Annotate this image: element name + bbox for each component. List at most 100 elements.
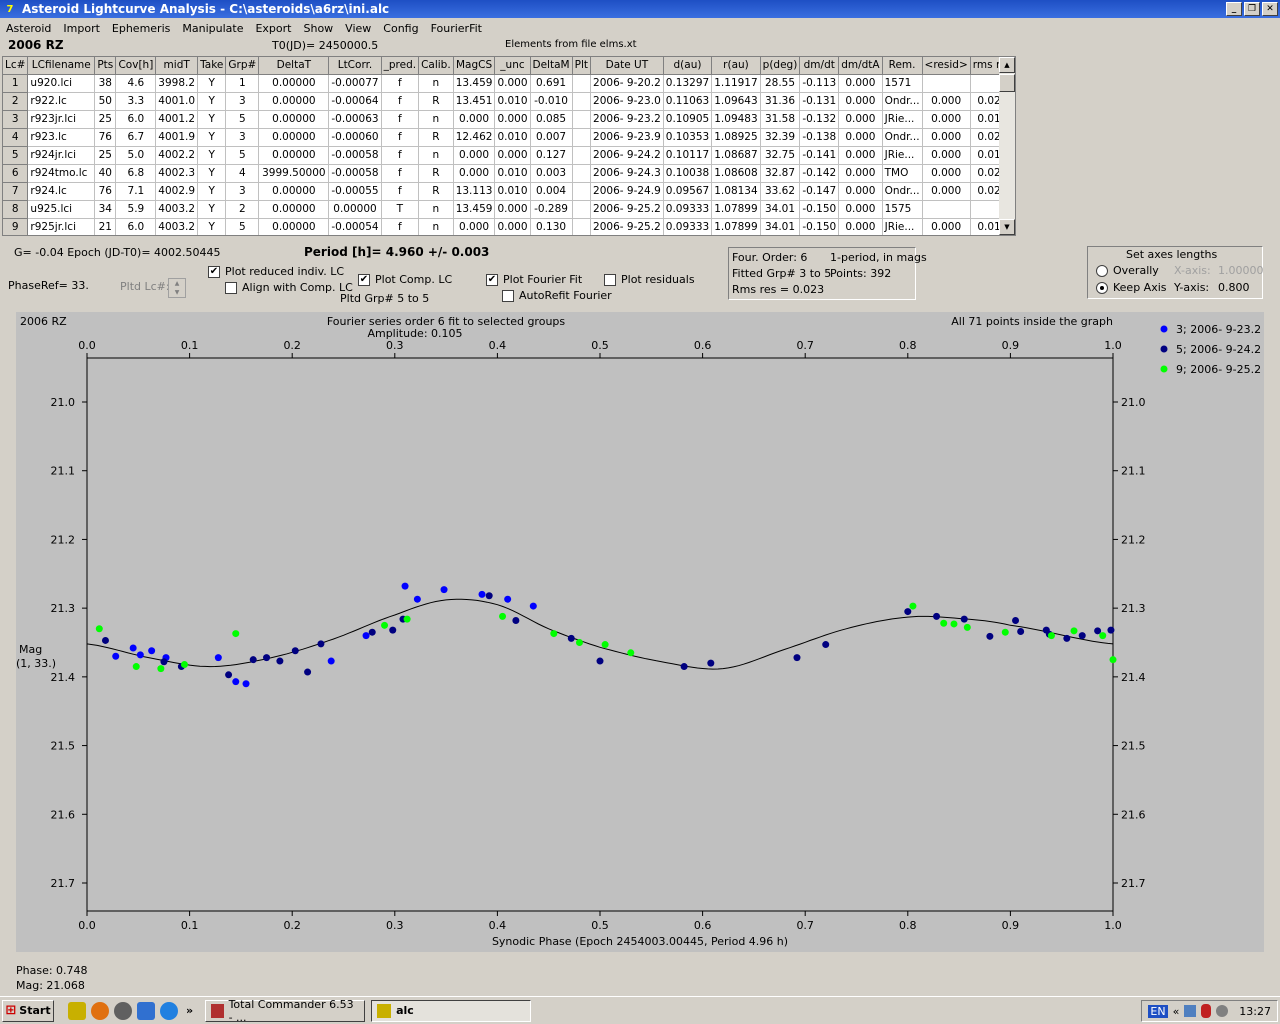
menu-asteroid[interactable]: Asteroid [0, 22, 57, 35]
y-axis-value[interactable]: 0.800 [1218, 281, 1250, 294]
table-cell[interactable]: 3.3 [115, 92, 157, 111]
table-cell[interactable]: R [418, 92, 454, 111]
table-cell[interactable]: 4002.9 [155, 182, 199, 201]
column-header[interactable]: DeltaT [258, 57, 330, 75]
language-indicator[interactable]: EN [1148, 1004, 1168, 1018]
table-cell[interactable]: -0.00060 [328, 128, 382, 147]
table-cell[interactable]: 0.000 [494, 110, 531, 129]
table-cell[interactable]: -0.00058 [328, 146, 382, 165]
table-cell[interactable]: 0.130 [530, 218, 573, 235]
table-cell[interactable]: Y [197, 164, 227, 183]
table-cell[interactable]: 13.459 [453, 200, 496, 219]
column-header[interactable]: Take [197, 57, 227, 75]
column-header[interactable]: _pred. [381, 57, 420, 75]
table-cell[interactable]: 0.000 [922, 164, 971, 183]
table-cell[interactable]: 2006- 9-25.2 [590, 218, 664, 235]
table-cell[interactable]: 0.10905 [663, 110, 713, 129]
table-cell[interactable]: 33.62 [760, 182, 801, 201]
table-cell[interactable]: 34.01 [760, 200, 801, 219]
table-cell[interactable]: 0.000 [922, 92, 971, 111]
column-header[interactable]: <resid> [922, 57, 971, 75]
table-cell[interactable]: n [418, 200, 454, 219]
table-cell[interactable]: 32.87 [760, 164, 801, 183]
table-cell[interactable]: 1.07899 [711, 218, 761, 235]
table-cell[interactable]: 3 [3, 110, 29, 129]
table-cell[interactable]: 12.462 [453, 128, 496, 147]
keep-axis-radio[interactable]: Keep Axis [1096, 281, 1167, 294]
table-cell[interactable]: 0.000 [494, 74, 531, 93]
table-cell[interactable]: Ondr... [882, 128, 923, 147]
table-row[interactable]: 3 r923jr.lci 25 6.0 4001.2 Y 5 0.00000 -0.00063 f… [3, 110, 1015, 129]
checkbox-box[interactable] [604, 273, 616, 286]
table-cell[interactable]: 1 [3, 74, 29, 93]
table-cell[interactable]: r923jr.lci [27, 110, 96, 129]
table-cell[interactable]: 2006- 9-25.2 [590, 200, 664, 219]
table-cell[interactable]: r923.lc [27, 128, 96, 147]
table-cell[interactable]: Ondr... [882, 92, 923, 111]
column-header[interactable]: midT [155, 57, 199, 75]
column-header[interactable]: Pts [94, 57, 117, 75]
table-cell[interactable]: 13.451 [453, 92, 496, 111]
table-cell[interactable]: f [381, 110, 420, 129]
column-header[interactable]: Grp# [225, 57, 260, 75]
table-cell[interactable]: 0.10117 [663, 146, 713, 165]
column-header[interactable]: dm/dt [799, 57, 840, 75]
table-cell[interactable]: 5 [225, 218, 260, 235]
table-cell[interactable]: 1.07899 [711, 200, 761, 219]
table-cell[interactable]: u925.lci [27, 200, 96, 219]
table-cell[interactable]: 32.39 [760, 128, 801, 147]
table-cell[interactable]: r924.lc [27, 182, 96, 201]
table-cell[interactable]: -0.010 [530, 92, 573, 111]
table-cell[interactable]: 0.000 [453, 110, 496, 129]
table-cell[interactable]: 2006- 9-24.9 [590, 182, 664, 201]
table-cell[interactable]: 0.000 [838, 146, 883, 165]
table-cell[interactable]: f [381, 128, 420, 147]
table-cell[interactable]: n [418, 218, 454, 235]
table-row[interactable]: 4 r923.lc 76 6.7 4001.9 Y 3 0.00000 -0.00060 f R 12… [3, 128, 1015, 147]
column-header[interactable]: Plt [572, 57, 592, 75]
ie-icon[interactable] [160, 1001, 178, 1020]
table-cell[interactable]: Ondr... [882, 182, 923, 201]
table-cell[interactable]: 7 [3, 182, 29, 201]
table-cell[interactable]: -0.147 [799, 182, 840, 201]
table-cell[interactable]: T [381, 200, 420, 219]
table-cell[interactable]: 0.000 [838, 200, 883, 219]
table-cell[interactable]: 0.00000 [258, 74, 330, 93]
column-header[interactable]: Calib. [418, 57, 454, 75]
table-cell[interactable]: 40 [94, 164, 117, 183]
table-row[interactable]: 9 r925jr.lci 21 6.0 4003.2 Y 5 0.00000 -0.00054 f… [3, 218, 1015, 235]
column-header[interactable]: _unc [494, 57, 531, 75]
table-cell[interactable]: 50 [94, 92, 117, 111]
table-cell[interactable]: 3 [225, 128, 260, 147]
align-comp-checkbox[interactable]: Align with Comp. LC [225, 281, 353, 294]
table-cell[interactable]: 0.000 [838, 182, 883, 201]
table-cell[interactable]: 34.01 [760, 218, 801, 235]
table-cell[interactable]: 0.13297 [663, 74, 713, 93]
column-header[interactable]: LCfilename [27, 57, 96, 75]
table-cell[interactable]: r925jr.lci [27, 218, 96, 235]
table-cell[interactable]: 25 [94, 146, 117, 165]
table-cell[interactable]: 0.000 [838, 74, 883, 93]
start-button[interactable]: ⊞ Start [2, 999, 54, 1022]
table-cell[interactable]: 2006- 9-20.2 [590, 74, 664, 93]
menu-ephemeris[interactable]: Ephemeris [106, 22, 176, 35]
table-cell[interactable]: 4001.9 [155, 128, 199, 147]
table-cell[interactable] [572, 74, 592, 93]
table-cell[interactable]: n [418, 110, 454, 129]
table-cell[interactable]: Y [197, 182, 227, 201]
plot-residuals-checkbox[interactable]: Plot residuals [604, 273, 695, 286]
table-cell[interactable]: 32.75 [760, 146, 801, 165]
table-cell[interactable]: 0.000 [838, 218, 883, 235]
table-cell[interactable]: 0.000 [922, 218, 971, 235]
table-cell[interactable]: 2006- 9-23.0 [590, 92, 664, 111]
table-cell[interactable]: 28.55 [760, 74, 801, 93]
table-cell[interactable]: 1.08608 [711, 164, 761, 183]
table-cell[interactable]: 4 [225, 164, 260, 183]
table-row[interactable]: 2 r922.lc 50 3.3 4001.0 Y 3 0.00000 -0.00064 f R 13… [3, 92, 1015, 111]
table-cell[interactable]: 38 [94, 74, 117, 93]
column-header[interactable]: r(au) [711, 57, 761, 75]
table-cell[interactable]: JRie... [882, 146, 923, 165]
table-cell[interactable]: -0.131 [799, 92, 840, 111]
table-cell[interactable]: 0.000 [453, 218, 496, 235]
table-cell[interactable]: 0.000 [494, 146, 531, 165]
